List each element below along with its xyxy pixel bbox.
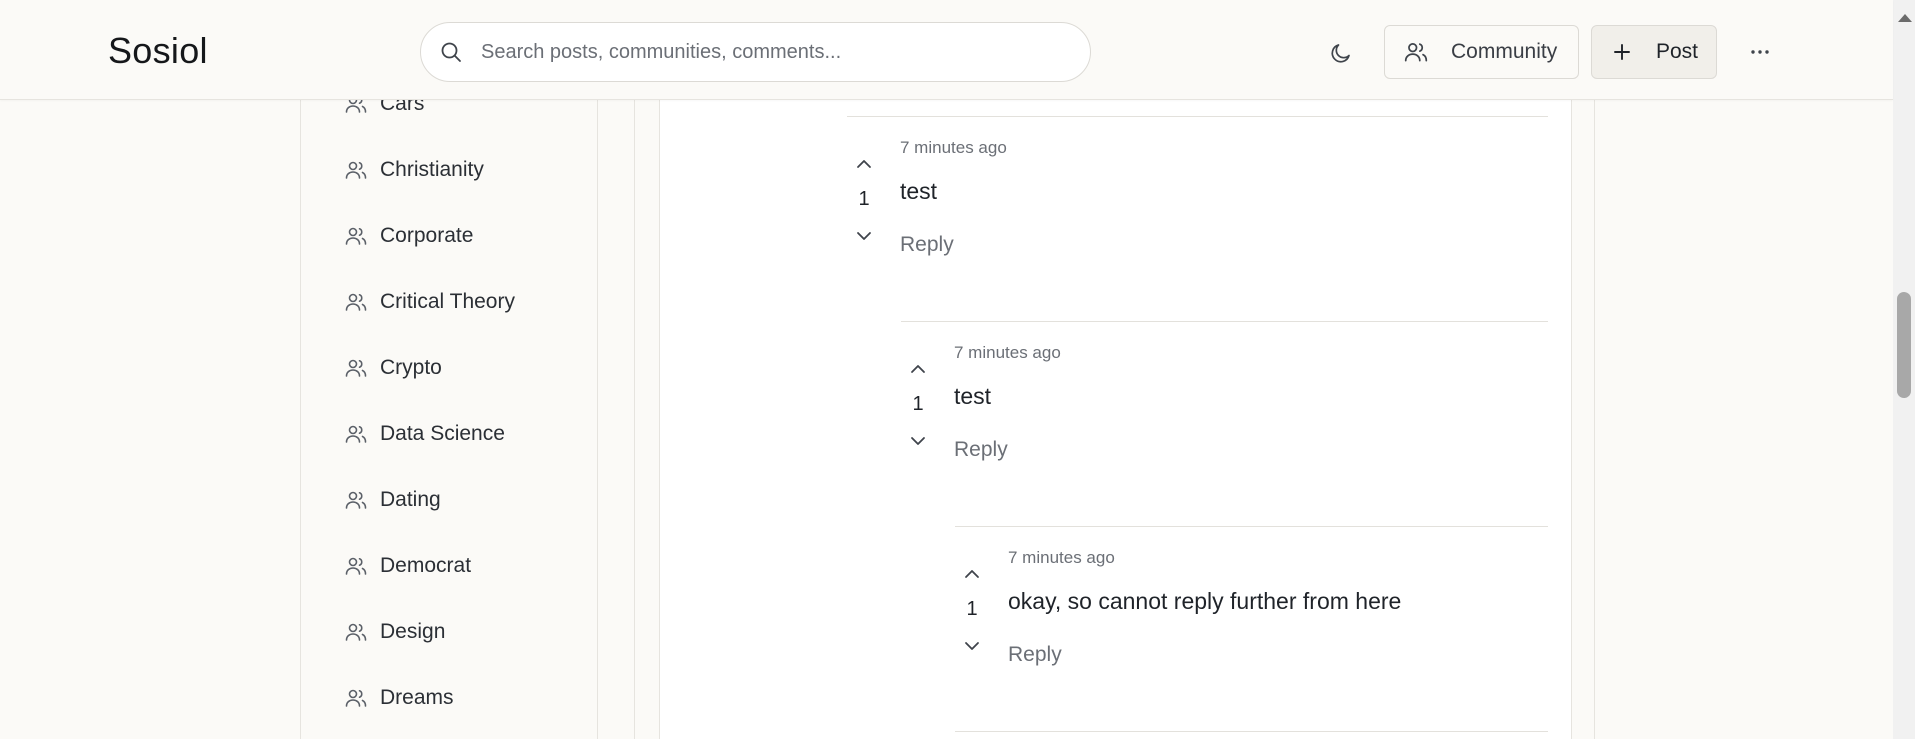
search-icon — [441, 42, 461, 62]
sidebar-item-label: Crypto — [380, 356, 442, 379]
sidebar-item-label: Corporate — [380, 224, 474, 247]
reply-button[interactable]: Reply — [900, 233, 954, 257]
community-icon — [345, 161, 367, 179]
upvote-icon[interactable] — [901, 356, 935, 382]
vote-count: 1 — [912, 393, 924, 415]
more-options-button[interactable] — [1740, 32, 1780, 72]
sidebar-item-critical-theory[interactable]: Critical Theory — [344, 285, 515, 319]
reply-button[interactable]: Reply — [954, 438, 1008, 462]
sidebar-item-crypto[interactable]: Crypto — [344, 351, 442, 385]
sidebar-item-label: Data Science — [380, 422, 505, 445]
more-horizontal-icon — [1751, 50, 1769, 54]
community-icon — [345, 623, 367, 641]
vote-controls: 1 — [847, 151, 881, 249]
sidebar-item-democrat[interactable]: Democrat — [344, 549, 471, 583]
downvote-icon[interactable] — [847, 223, 881, 249]
create-post-button[interactable]: Post — [1591, 25, 1717, 79]
downvote-icon[interactable] — [955, 633, 989, 659]
community-icon — [345, 689, 367, 707]
scroll-up-arrow-icon[interactable] — [1898, 14, 1912, 22]
theme-toggle-button[interactable] — [1322, 34, 1360, 72]
upvote-icon[interactable] — [955, 561, 989, 587]
vote-count: 1 — [966, 598, 978, 620]
upvote-icon[interactable] — [847, 151, 881, 177]
community-icon — [345, 359, 367, 377]
site-logo[interactable]: Sosiol — [108, 30, 208, 72]
comment-timestamp: 7 minutes ago — [900, 138, 1007, 157]
scrollbar-thumb[interactable] — [1897, 292, 1911, 398]
comment: 1 7 minutes ago okay, so cannot reply fu… — [955, 526, 1548, 731]
community-button[interactable]: Community — [1384, 25, 1579, 79]
comment-body: okay, so cannot reply further from here — [1008, 588, 1402, 614]
comment: 1 7 minutes ago test Reply — [847, 116, 1548, 321]
comment-body: test — [900, 178, 938, 204]
comment-timestamp: 7 minutes ago — [1008, 548, 1115, 567]
sidebar-item-dating[interactable]: Dating — [344, 483, 441, 517]
comment-body: test — [954, 383, 992, 409]
sidebar-item-label: Christianity — [380, 158, 484, 181]
sidebar-item-label: Dating — [380, 488, 441, 511]
vote-controls: 1 — [901, 356, 935, 454]
community-icon — [345, 227, 367, 245]
post-button-label: Post — [1656, 40, 1699, 63]
reply-button[interactable]: Reply — [1008, 643, 1062, 667]
community-icon — [345, 557, 367, 575]
comment: 1 7 minutes ago test Reply — [901, 321, 1548, 526]
community-icon — [1404, 43, 1428, 62]
sidebar-item-label: Critical Theory — [380, 290, 515, 313]
search-input[interactable] — [479, 39, 1039, 65]
community-icon — [345, 491, 367, 509]
search-bar[interactable] — [420, 22, 1091, 82]
downvote-icon[interactable] — [901, 428, 935, 454]
sidebar-item-label: Design — [380, 620, 446, 643]
comment-timestamp: 7 minutes ago — [954, 343, 1061, 362]
moon-icon — [1331, 44, 1350, 63]
sidebar-item-dreams[interactable]: Dreams — [344, 681, 454, 715]
sidebar-item-corporate[interactable]: Corporate — [344, 219, 473, 253]
comment-divider — [955, 731, 1548, 732]
vertical-scrollbar[interactable] — [1893, 0, 1915, 739]
sidebar-item-christianity[interactable]: Christianity — [344, 153, 484, 187]
sidebar-item-label: Dreams — [380, 686, 454, 709]
vote-count: 1 — [858, 188, 870, 210]
community-button-label: Community — [1451, 40, 1558, 63]
plus-icon — [1614, 44, 1630, 60]
sidebar: Cars Christianity Corporate Critical The… — [300, 0, 598, 739]
community-icon — [345, 425, 367, 443]
sidebar-item-label: Democrat — [380, 554, 472, 577]
vote-controls: 1 — [955, 561, 989, 659]
sidebar-item-data-science[interactable]: Data Science — [344, 417, 505, 451]
top-navigation-bar: Sosiol Community Post — [0, 0, 1893, 100]
community-icon — [345, 293, 367, 311]
post-detail-card: 1 7 minutes ago test Reply 1 7 minutes a… — [659, 0, 1572, 739]
sidebar-item-design[interactable]: Design — [344, 615, 445, 649]
